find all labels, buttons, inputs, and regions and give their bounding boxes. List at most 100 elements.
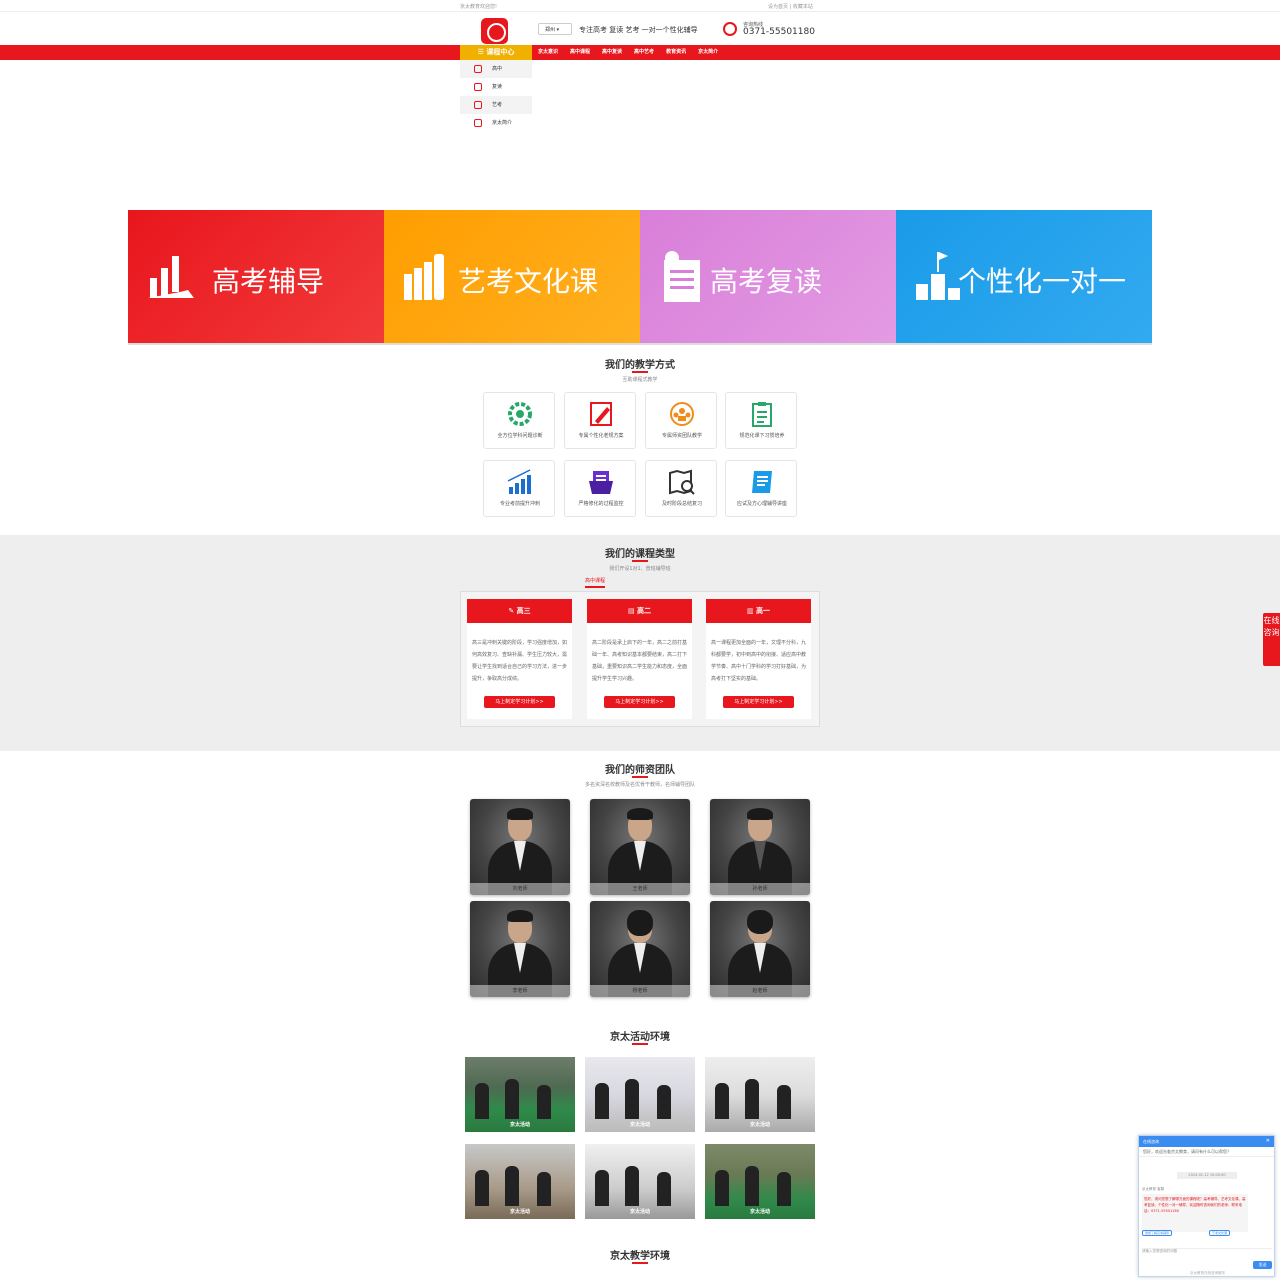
make-plan-button[interactable]: 马上制定学习计划>> (723, 696, 794, 708)
course-card-title: ▥ 高一 (706, 599, 811, 623)
method-card[interactable]: 及时阶段总结复习 (645, 460, 717, 517)
phone-icon (723, 22, 737, 36)
close-icon[interactable]: ✕ (1266, 1138, 1270, 1144)
menu-item-repeat[interactable]: 复读 (460, 78, 532, 96)
podium-flag-icon (916, 252, 960, 300)
site-logo[interactable] (481, 18, 508, 44)
menu-item-highschool[interactable]: 高中 (460, 60, 532, 78)
chat-widget[interactable]: 在线咨询 ✕ 您好，欢迎光临京太教育，请问有什么可以帮您？ 2024-01-12 … (1138, 1135, 1275, 1277)
nav-menu: 京太意识 高中课程 高中复读 高中艺考 教育资讯 京太简介 (538, 45, 718, 60)
chat-sender: 京太教育 客服 (1142, 1187, 1165, 1191)
method-card[interactable]: 专属师资团队教学 (645, 392, 717, 449)
welcome-text: 京太教育欢迎您! (460, 4, 498, 10)
course-card-senior3: ✎ 高三 高三是冲刺关键的阶段，学习强度增加，如何高效复习、查缺补漏、学生压力较… (467, 599, 572, 719)
banner-gaokao[interactable]: 高考辅导 (128, 210, 384, 343)
header-slogan: 专注高考 复读 艺考 一对一个性化辅导 (579, 26, 698, 34)
make-plan-button[interactable]: 马上制定学习计划>> (484, 696, 555, 708)
online-consult-tab[interactable]: 在线咨询 (1263, 613, 1280, 666)
photo-caption: 京太活动 (509, 1209, 530, 1215)
topbar-links[interactable]: 设为首页 | 收藏本站 (768, 3, 813, 10)
environment-section-title: 京太教学环境 (610, 1251, 670, 1262)
make-plan-button[interactable]: 马上制定学习计划>> (604, 696, 675, 708)
quick-reply-button[interactable]: 我想了解高考辅导 (1142, 1230, 1173, 1236)
course-dropdown-menu: 高中 复读 艺考 京太简介 (460, 60, 532, 132)
team-target-icon (670, 402, 694, 426)
method-label: 专属师资团队教学 (661, 433, 702, 439)
activity-photo[interactable]: 京太活动 (705, 1057, 815, 1132)
course-section-title: 我们的课程类型 (605, 549, 675, 560)
method-card[interactable]: 专业考前提升冲刺 (483, 460, 555, 517)
photo-caption: 京太活动 (749, 1209, 770, 1215)
activity-photo[interactable]: 京太活动 (705, 1144, 815, 1219)
nav-item[interactable]: 京太简介 (698, 45, 718, 60)
method-label: 全方位学科问题诊断 (497, 433, 543, 439)
teacher-card[interactable]: 杨老师 (590, 901, 690, 997)
method-label: 专业考前提升冲刺 (499, 501, 540, 507)
nav-item[interactable]: 高中艺考 (634, 45, 654, 60)
city-select[interactable]: 郑州 ▾ (538, 23, 572, 35)
top-bar: 京太教育欢迎您! 设为首页 | 收藏本站 (0, 0, 1280, 12)
banner-art-culture[interactable]: 艺考文化课 (384, 210, 640, 343)
course-card-desc: 高一课程更加全面的一年，文理不分科，九科都要学，初中到高中的衔接、适应高中教学节… (711, 640, 807, 682)
course-card-title: ✎ 高三 (467, 599, 572, 623)
photo-caption: 京太活动 (509, 1122, 530, 1128)
nav-item[interactable]: 京太意识 (538, 45, 558, 60)
nav-item[interactable]: 教育资讯 (666, 45, 686, 60)
books-icon (404, 254, 444, 300)
bar-chart-icon (148, 256, 194, 298)
method-label: 严格修化的过程监控 (578, 501, 624, 507)
teacher-card[interactable]: 王老师 (590, 799, 690, 895)
map-search-icon (669, 469, 695, 495)
course-card-senior1: ▥ 高一 高一课程更加全面的一年，文理不分科，九科都要学，初中到高中的衔接、适应… (706, 599, 811, 719)
banner-title: 艺考文化课 (458, 265, 599, 298)
title-underline (632, 776, 648, 778)
banner-repeat[interactable]: 高考复读 (640, 210, 896, 343)
teacher-name: 李老师 (470, 985, 570, 997)
teacher-name: 杨老师 (590, 985, 690, 997)
nav-item[interactable]: 高中课程 (570, 45, 590, 60)
teachers-section-title: 我们的师资团队 (605, 765, 675, 776)
nav-item[interactable]: 高中复读 (602, 45, 622, 60)
course-center-button[interactable]: ☰ 课程中心 (460, 45, 532, 60)
chat-message: 您好，请问您想了解哪方面的课程呢？高考辅导、艺考文化课、高考复读、个性化一对一辅… (1142, 1194, 1248, 1232)
title-underline (632, 1043, 648, 1045)
activity-photo[interactable]: 京太活动 (465, 1057, 575, 1132)
menu-icon (474, 83, 482, 91)
course-card-desc: 高二阶段是承上启下的一年，高二之前打基础一年、高考知识基本都要结束，高二打下基础… (592, 640, 688, 682)
send-button[interactable]: 发送 (1253, 1261, 1272, 1269)
teacher-card[interactable]: 孙老师 (710, 799, 810, 895)
menu-icon (474, 65, 482, 73)
menu-icon (474, 119, 482, 127)
title-underline (632, 1262, 648, 1264)
menu-item-about[interactable]: 京太简介 (460, 114, 532, 132)
teacher-card[interactable]: 李老师 (470, 901, 570, 997)
method-card[interactable]: 严格修化的过程监控 (564, 460, 636, 517)
phone-number: 0371-55501180 (743, 27, 815, 37)
teacher-name: 王老师 (590, 883, 690, 895)
method-card[interactable]: 全方位学科问题诊断 (483, 392, 555, 449)
banner-shadow (128, 343, 1152, 345)
menu-icon (474, 101, 482, 109)
method-card[interactable]: 专属个性化老规方案 (564, 392, 636, 449)
activity-photo[interactable]: 京太活动 (585, 1057, 695, 1132)
teacher-name: 刘老师 (470, 883, 570, 895)
teacher-card[interactable]: 赵老师 (710, 901, 810, 997)
teacher-card[interactable]: 刘老师 (470, 799, 570, 895)
photo-caption: 京太活动 (629, 1209, 650, 1215)
folder-icon (589, 471, 613, 494)
banner-title: 个性化一对一 (958, 265, 1127, 298)
menu-item-art[interactable]: 艺考 (460, 96, 532, 114)
chat-footer: 京太教育在线咨询服务 (1190, 1271, 1225, 1275)
method-card[interactable]: 规范化课下习惯培养 (725, 392, 797, 449)
gear-icon (508, 402, 532, 426)
method-card[interactable]: 应试及方心理辅导讲座 (725, 460, 797, 517)
quick-reply-button[interactable]: 艺考文化课 (1209, 1230, 1231, 1236)
activity-photo[interactable]: 京太活动 (585, 1144, 695, 1219)
tab-highschool-courses[interactable]: 高中课程 (585, 577, 606, 588)
chat-header: 在线咨询 ✕ (1139, 1136, 1274, 1147)
banner-one-on-one[interactable]: 个性化一对一 (896, 210, 1152, 343)
method-label: 规范化课下习惯培养 (739, 433, 785, 439)
title-underline (632, 371, 648, 373)
activity-photo[interactable]: 京太活动 (465, 1144, 575, 1219)
course-card-senior2: ▤ 高二 高二阶段是承上启下的一年，高二之前打基础一年、高考知识基本都要结束，高… (587, 599, 692, 719)
